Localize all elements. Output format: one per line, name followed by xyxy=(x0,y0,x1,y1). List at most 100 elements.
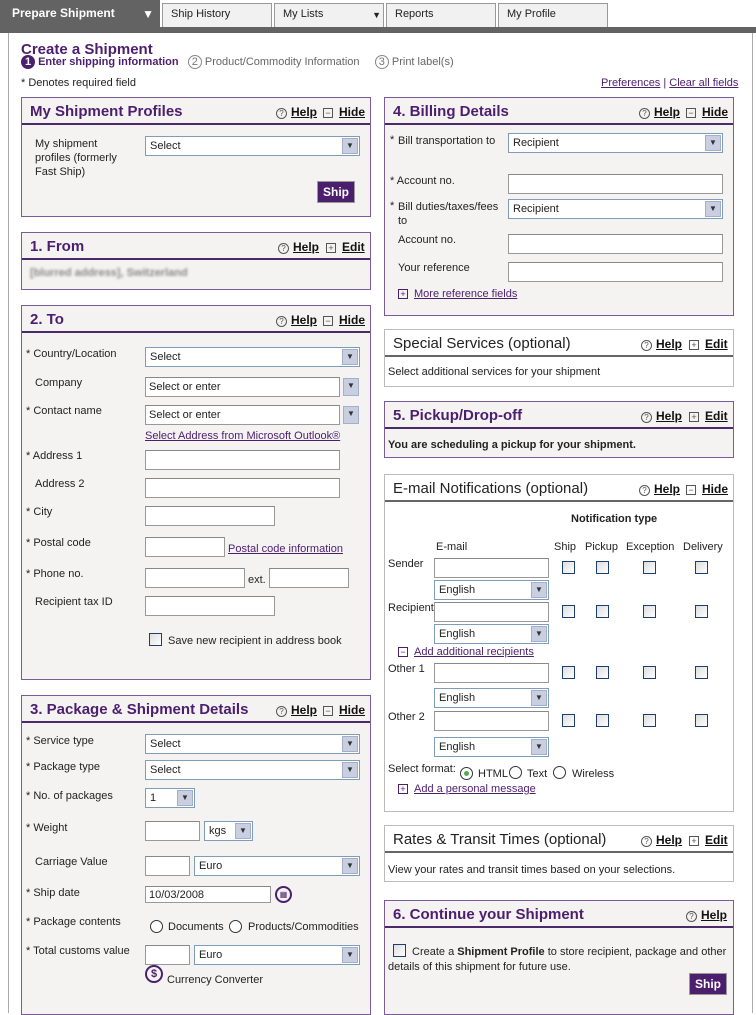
format-text-label: Text xyxy=(527,768,548,780)
account-input[interactable] xyxy=(508,174,723,194)
clear-all-fields-link[interactable]: Clear all fields xyxy=(669,77,738,89)
hide-link[interactable]: − Hide xyxy=(686,105,728,119)
phone-input[interactable] xyxy=(145,568,245,588)
other1-exception-checkbox[interactable] xyxy=(643,666,656,679)
hide-link[interactable]: − Hide xyxy=(323,313,365,327)
customs-currency-select[interactable]: Euro ▼ xyxy=(194,945,360,965)
service-type-select[interactable]: Select ▼ xyxy=(145,734,360,754)
other1-language-select[interactable]: English ▼ xyxy=(434,688,549,708)
other2-ship-checkbox[interactable] xyxy=(562,714,575,727)
edit-link[interactable]: + Edit xyxy=(689,337,728,351)
carriage-value-input[interactable] xyxy=(145,856,190,876)
save-recipient-checkbox[interactable] xyxy=(149,633,162,646)
edit-link[interactable]: + Edit xyxy=(689,833,728,847)
recipient-ship-checkbox[interactable] xyxy=(562,605,575,618)
help-link[interactable]: ? Help xyxy=(276,313,317,327)
help-link[interactable]: ? Help xyxy=(276,703,317,717)
products-radio[interactable] xyxy=(229,920,242,933)
rates-panel: Rates & Transit Times (optional) ? Help +… xyxy=(384,825,734,882)
other1-email-input[interactable] xyxy=(434,663,549,683)
help-link[interactable]: ? Help xyxy=(276,105,317,119)
column-header: Pickup xyxy=(585,541,619,553)
country-select[interactable]: Select ▼ xyxy=(145,347,360,367)
bill-to-select[interactable]: Recipient ▼ xyxy=(508,133,723,153)
other2-language-select[interactable]: English ▼ xyxy=(434,737,549,757)
sender-ship-checkbox[interactable] xyxy=(562,561,575,574)
other2-pickup-checkbox[interactable] xyxy=(596,714,609,727)
outlook-address-link[interactable]: Select Address from Microsoft Outlook® xyxy=(145,430,340,442)
company-input[interactable]: Select or enter xyxy=(145,377,340,397)
create-profile-checkbox[interactable] xyxy=(393,944,406,957)
profiles-select[interactable]: Select ▼ xyxy=(145,136,360,156)
more-reference-fields[interactable]: + More reference fields xyxy=(398,288,517,300)
help-link[interactable]: ? Help xyxy=(641,409,682,423)
weight-unit-select[interactable]: kgs ▼ xyxy=(204,821,253,841)
carriage-currency-select[interactable]: Euro ▼ xyxy=(194,856,360,876)
ext-input[interactable] xyxy=(269,568,349,588)
personal-message-link[interactable]: + Add a personal message xyxy=(398,783,536,795)
other1-pickup-checkbox[interactable] xyxy=(596,666,609,679)
sender-pickup-checkbox[interactable] xyxy=(596,561,609,574)
edit-link[interactable]: + Edit xyxy=(689,409,728,423)
calendar-icon[interactable]: ▦ xyxy=(275,886,292,903)
format-wireless-radio[interactable] xyxy=(553,766,566,779)
sender-delivery-checkbox[interactable] xyxy=(695,561,708,574)
tab-reports[interactable]: Reports xyxy=(386,3,496,28)
tab-prepare-shipment[interactable]: Prepare Shipment ▼ xyxy=(0,0,160,28)
package-type-select[interactable]: Select ▼ xyxy=(145,760,360,780)
ship-button[interactable]: Ship xyxy=(317,181,355,203)
ship-date-input[interactable]: 10/03/2008 xyxy=(145,886,271,903)
documents-radio[interactable] xyxy=(150,920,163,933)
tab-my-lists[interactable]: My Lists ▼ xyxy=(274,3,384,28)
format-text-radio[interactable] xyxy=(509,766,522,779)
column-header: Delivery xyxy=(683,541,723,553)
edit-link[interactable]: + Edit xyxy=(326,240,365,254)
help-link[interactable]: ? Help xyxy=(639,482,680,496)
sender-language-select[interactable]: English ▼ xyxy=(434,580,549,600)
customs-value-input[interactable] xyxy=(145,945,190,965)
postal-info-link[interactable]: Postal code information xyxy=(228,543,343,555)
tab-ship-history[interactable]: Ship History xyxy=(162,3,272,28)
tax-id-input[interactable] xyxy=(145,596,275,616)
other1-delivery-checkbox[interactable] xyxy=(695,666,708,679)
help-link[interactable]: ? Help xyxy=(686,908,727,922)
hide-link[interactable]: − Hide xyxy=(323,105,365,119)
hide-link[interactable]: − Hide xyxy=(323,703,365,717)
sender-exception-checkbox[interactable] xyxy=(643,561,656,574)
other2-exception-checkbox[interactable] xyxy=(643,714,656,727)
other1-ship-checkbox[interactable] xyxy=(562,666,575,679)
postal-input[interactable] xyxy=(145,537,225,557)
other2-delivery-checkbox[interactable] xyxy=(695,714,708,727)
company-dropdown-button[interactable]: ▼ xyxy=(343,378,359,396)
recipient-delivery-checkbox[interactable] xyxy=(695,605,708,618)
city-input[interactable] xyxy=(145,506,275,526)
recipient-email-input[interactable] xyxy=(434,602,549,622)
preferences-link[interactable]: Preferences xyxy=(601,77,660,89)
packages-count-select[interactable]: 1 ▼ xyxy=(145,788,195,808)
reference-input[interactable] xyxy=(508,262,723,282)
weight-input[interactable] xyxy=(145,821,200,841)
other2-email-input[interactable] xyxy=(434,711,549,731)
tab-my-profile[interactable]: My Profile xyxy=(498,3,608,28)
duties-select[interactable]: Recipient ▼ xyxy=(508,199,723,219)
ship-button[interactable]: Ship xyxy=(689,973,727,995)
help-link[interactable]: ? Help xyxy=(639,105,680,119)
help-link[interactable]: ? Help xyxy=(641,833,682,847)
account2-input[interactable] xyxy=(508,234,723,254)
help-link[interactable]: ? Help xyxy=(641,337,682,351)
currency-icon[interactable]: $ xyxy=(145,965,163,983)
contact-dropdown-button[interactable]: ▼ xyxy=(343,406,359,424)
address2-input[interactable] xyxy=(145,478,340,498)
currency-converter-link[interactable]: Currency Converter xyxy=(167,974,263,986)
recipient-exception-checkbox[interactable] xyxy=(643,605,656,618)
format-html-radio[interactable] xyxy=(460,767,473,780)
add-recipients-link[interactable]: − Add additional recipients xyxy=(398,646,534,658)
recipient-pickup-checkbox[interactable] xyxy=(596,605,609,618)
required-mark: * xyxy=(390,200,395,212)
address1-input[interactable] xyxy=(145,450,340,470)
sender-email-input[interactable] xyxy=(434,558,549,578)
hide-link[interactable]: − Hide xyxy=(686,482,728,496)
contact-input[interactable]: Select or enter xyxy=(145,405,340,425)
recipient-language-select[interactable]: English ▼ xyxy=(434,624,549,644)
help-link[interactable]: ? Help xyxy=(278,240,319,254)
